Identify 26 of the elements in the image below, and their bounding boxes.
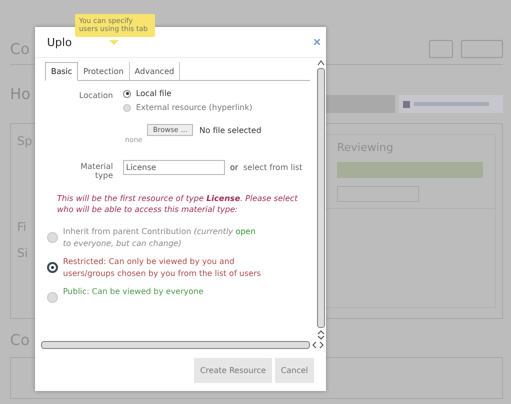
scroll-left-right-icon[interactable] (312, 340, 324, 348)
select-from-list-link[interactable]: select from list (243, 163, 302, 172)
warning-message: This will be the first resource of type License. Please select who will be able to access this material type: (57, 194, 299, 216)
radio-button[interactable] (123, 90, 131, 98)
dialog-button[interactable]: Cancel (274, 358, 314, 382)
access-option-label: Restricted: Can only be viewed by you and users/groups chosen by you from the list of users (63, 256, 262, 280)
file-status: No file selected (199, 126, 262, 134)
tooltip-pointer (109, 40, 119, 45)
dialog-title: Uplo (47, 36, 72, 48)
vertical-scrollbar[interactable] (316, 58, 326, 340)
tab[interactable]: Basic (45, 62, 78, 81)
scroll-up-icon[interactable] (317, 60, 325, 66)
radio-label: External resource (hyperlink) (136, 103, 252, 112)
close-icon[interactable] (314, 39, 320, 45)
scroll-up-down-icon[interactable] (317, 330, 325, 340)
radio-label: Local file (136, 89, 172, 98)
material-type-label: Material type (80, 161, 113, 180)
toolbar-button[interactable] (461, 40, 503, 58)
or-text: or (230, 163, 238, 172)
access-option-label: Public: Can be viewed by everyone (63, 286, 204, 298)
material-type-field[interactable]: License (123, 160, 225, 175)
dialog-button[interactable]: Create Resource (194, 358, 272, 382)
dimmed-link[interactable] (399, 95, 503, 113)
radio-button[interactable] (47, 262, 58, 273)
location-label: Location (78, 90, 113, 102)
access-option-label: Inherit from parent Contribution (currently open to everyone, but can change) (63, 226, 257, 250)
